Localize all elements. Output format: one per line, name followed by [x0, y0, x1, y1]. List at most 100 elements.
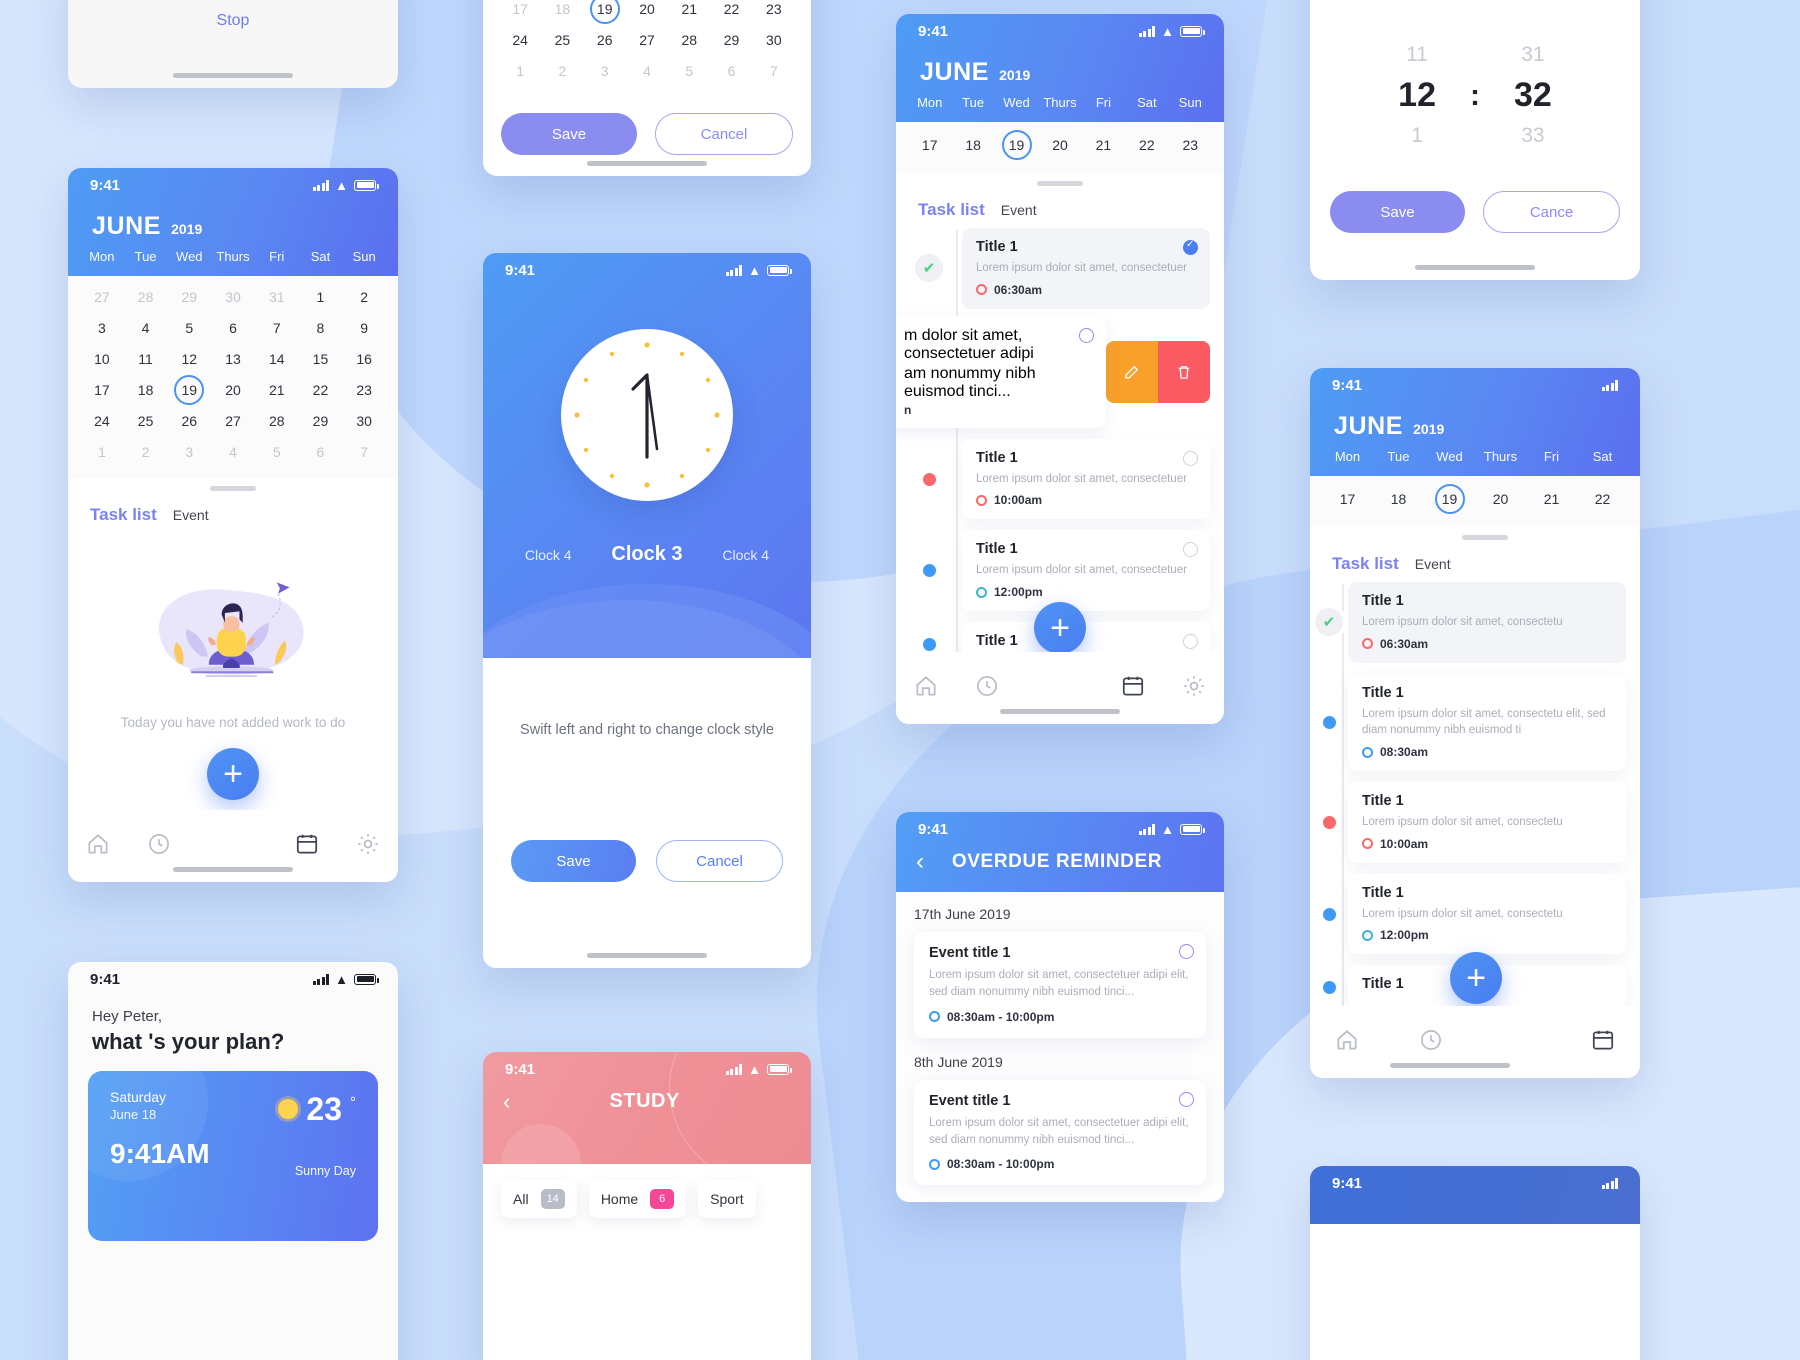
event-complete-toggle[interactable]: [1179, 1091, 1194, 1107]
add-task-fab[interactable]: +: [1450, 952, 1502, 1004]
check-icon[interactable]: ✔: [915, 254, 943, 283]
day-cell[interactable]: 17: [1322, 484, 1373, 515]
task-complete-toggle[interactable]: [1183, 239, 1198, 255]
cancel-button[interactable]: Cancel: [656, 840, 783, 882]
day-cell[interactable]: 14: [255, 344, 299, 375]
day-cell[interactable]: 21: [255, 375, 299, 406]
day-cell[interactable]: 15: [299, 344, 343, 375]
day-cell[interactable]: 26: [167, 406, 211, 437]
day-cell[interactable]: 21: [1526, 484, 1577, 515]
day-cell[interactable]: 9: [342, 313, 386, 344]
nav-gear-icon[interactable]: [1181, 673, 1207, 704]
delete-task-button[interactable]: [1158, 340, 1210, 403]
day-cell[interactable]: 17: [80, 375, 124, 406]
day-cell[interactable]: 1: [299, 282, 343, 313]
nav-calendar-icon[interactable]: [1120, 673, 1146, 704]
minute-wheel[interactable]: 31 32 33: [1514, 34, 1552, 157]
date-cell[interactable]: 5: [668, 56, 710, 87]
day-cell[interactable]: 20: [1475, 484, 1526, 515]
day-cell[interactable]: 3: [167, 437, 211, 468]
tab-task-list[interactable]: Task list: [918, 200, 985, 220]
day-cell[interactable]: 31: [255, 282, 299, 313]
day-cell[interactable]: 3: [80, 313, 124, 344]
day-cell[interactable]: 30: [211, 282, 255, 313]
day-cell[interactable]: 18: [951, 130, 994, 161]
day-cell[interactable]: 21: [1082, 130, 1125, 161]
day-cell[interactable]: 22: [1125, 130, 1168, 161]
task-complete-toggle[interactable]: [1183, 450, 1198, 466]
date-cell[interactable]: 29: [710, 25, 752, 56]
day-cell[interactable]: 7: [342, 437, 386, 468]
day-cell[interactable]: 8: [299, 313, 343, 344]
day-cell[interactable]: 11: [124, 344, 168, 375]
tab-event[interactable]: Event: [1001, 202, 1037, 218]
day-cell[interactable]: 5: [167, 313, 211, 344]
date-cell[interactable]: 22: [710, 0, 752, 25]
date-cell[interactable]: 28: [668, 25, 710, 56]
day-cell[interactable]: 24: [80, 406, 124, 437]
day-cell[interactable]: 2: [342, 282, 386, 313]
day-cell[interactable]: 4: [211, 437, 255, 468]
nav-gear-icon[interactable]: [355, 831, 381, 862]
save-button[interactable]: Save: [501, 113, 637, 155]
task-complete-toggle[interactable]: [1183, 634, 1198, 650]
stop-button[interactable]: Stop: [68, 0, 398, 30]
day-cell[interactable]: 12: [167, 344, 211, 375]
date-cell-selected[interactable]: 19: [584, 0, 626, 25]
clock-style-current[interactable]: Clock 3: [611, 543, 682, 566]
nav-calendar-icon[interactable]: [294, 831, 320, 862]
add-task-fab[interactable]: +: [1034, 602, 1086, 654]
nav-home-icon[interactable]: [85, 831, 111, 862]
date-cell[interactable]: 7: [753, 56, 795, 87]
date-cell[interactable]: 21: [668, 0, 710, 25]
date-cell[interactable]: 26: [584, 25, 626, 56]
save-button[interactable]: Save: [1330, 191, 1465, 233]
date-cell[interactable]: 6: [710, 56, 752, 87]
date-cell[interactable]: 23: [753, 0, 795, 25]
clock-style-next[interactable]: Clock 4: [722, 547, 769, 563]
edit-task-button[interactable]: [1106, 340, 1158, 403]
day-cell[interactable]: 2: [124, 437, 168, 468]
tab-task-list[interactable]: Task list: [1332, 554, 1399, 574]
day-cell[interactable]: 30: [342, 406, 386, 437]
date-cell[interactable]: 17: [499, 0, 541, 25]
day-cell[interactable]: 18: [1373, 484, 1424, 515]
day-cell[interactable]: 28: [255, 406, 299, 437]
day-cell[interactable]: 29: [299, 406, 343, 437]
day-cell[interactable]: 23: [1169, 130, 1212, 161]
date-cell[interactable]: 18: [541, 0, 583, 25]
date-cell[interactable]: 20: [626, 0, 668, 25]
chip-sport[interactable]: Sport: [698, 1180, 756, 1218]
date-cell[interactable]: 25: [541, 25, 583, 56]
date-cell[interactable]: 2: [541, 56, 583, 87]
day-cell-selected[interactable]: 19: [1424, 484, 1475, 515]
day-cell[interactable]: 1: [80, 437, 124, 468]
date-cell[interactable]: 4: [626, 56, 668, 87]
day-cell[interactable]: 27: [211, 406, 255, 437]
event-card[interactable]: Event title 1 Lorem ipsum dolor sit amet…: [914, 932, 1206, 1038]
weather-card[interactable]: Saturday June 18 9:41AM 23 ° Sunny Day: [88, 1071, 378, 1241]
add-task-fab[interactable]: +: [207, 748, 259, 800]
day-cell[interactable]: 23: [342, 375, 386, 406]
day-cell[interactable]: 20: [1038, 130, 1081, 161]
day-cell[interactable]: 20: [211, 375, 255, 406]
task-card[interactable]: Title 1 Lorem ipsum dolor sit amet, cons…: [962, 228, 1210, 309]
day-cell-selected[interactable]: 19: [995, 130, 1038, 161]
day-cell[interactable]: 13: [211, 344, 255, 375]
date-cell[interactable]: 24: [499, 25, 541, 56]
save-button[interactable]: Save: [511, 840, 636, 882]
tab-event[interactable]: Event: [1415, 556, 1451, 572]
cancel-button[interactable]: Cance: [1483, 191, 1620, 233]
day-cell[interactable]: 17: [908, 130, 951, 161]
nav-home-icon[interactable]: [913, 673, 939, 704]
nav-clock-icon[interactable]: [146, 831, 172, 862]
task-card-swiped[interactable]: m dolor sit amet, consectetuer adipi am …: [896, 315, 1106, 428]
nav-calendar-icon[interactable]: [1590, 1027, 1616, 1058]
date-cell[interactable]: 27: [626, 25, 668, 56]
event-card[interactable]: Event title 1 Lorem ipsum dolor sit amet…: [914, 1079, 1206, 1185]
event-complete-toggle[interactable]: [1179, 944, 1194, 959]
chip-all[interactable]: All 14: [501, 1180, 577, 1218]
day-cell[interactable]: 5: [255, 437, 299, 468]
day-cell[interactable]: 27: [80, 282, 124, 313]
date-cell[interactable]: 1: [499, 56, 541, 87]
